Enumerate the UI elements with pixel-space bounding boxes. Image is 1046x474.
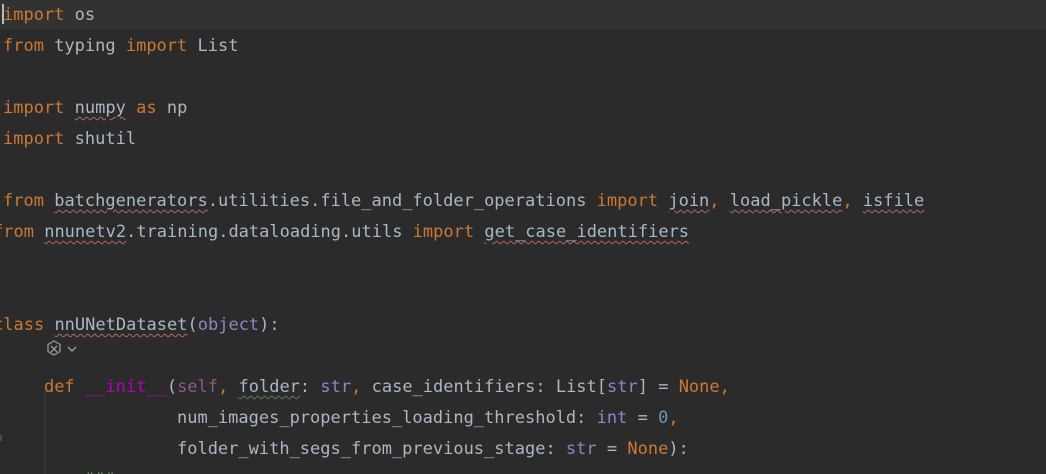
code-token: , — [842, 191, 863, 211]
code-token: import — [596, 191, 659, 211]
ai-assistant-icon — [44, 339, 64, 359]
code-token: ( — [187, 315, 198, 335]
code-token: os — [64, 5, 96, 25]
code-token: import — [412, 222, 475, 242]
code-token: ): — [668, 439, 689, 459]
chevron-down-icon — [66, 343, 78, 355]
code-token: self — [177, 377, 219, 397]
code-token: import — [3, 5, 65, 25]
code-token: numpy — [74, 98, 126, 118]
code-token: isfile — [862, 191, 925, 211]
code-token: , — [668, 408, 679, 428]
code-token: import — [125, 36, 188, 56]
code-token: .utilities.file_and_folder_operations — [207, 191, 597, 211]
code-token: str — [607, 377, 638, 397]
code-token: nnunetv2 — [44, 222, 127, 242]
text-caret — [2, 4, 4, 24]
code-token: shutil — [64, 129, 137, 149]
code-token: join — [668, 191, 710, 211]
code-token: from — [3, 191, 44, 211]
code-token: num_images_properties_loading_threshold: — [3, 408, 597, 428]
code-token: from — [3, 36, 44, 56]
code-token: batchgenerators — [54, 191, 208, 211]
code-token: None — [627, 439, 669, 459]
code-token: ] = — [637, 377, 679, 397]
code-line[interactable]: import shutil — [3, 124, 136, 155]
code-line[interactable]: folder_with_segs_from_previous_stage: st… — [3, 434, 689, 465]
code-line[interactable]: from typing import List — [3, 31, 238, 62]
code-token: as — [136, 98, 157, 118]
code-token: , — [719, 377, 730, 397]
code-token: __init__ — [84, 377, 167, 397]
code-token: class — [0, 315, 45, 335]
code-line[interactable]: from batchgenerators.utilities.file_and_… — [3, 186, 924, 217]
code-token: , — [218, 377, 239, 397]
code-token: = — [596, 439, 628, 459]
code-token: def — [43, 377, 75, 397]
code-token: 0 — [658, 408, 669, 428]
code-line[interactable]: num_images_properties_loading_threshold:… — [3, 403, 679, 434]
code-token: , — [709, 191, 730, 211]
code-token: ( — [166, 377, 178, 397]
code-line[interactable]: """ — [3, 465, 116, 474]
code-line[interactable]: class nnUNetDataset(object): — [0, 310, 280, 341]
code-token: .training.dataloading.utils — [126, 222, 413, 242]
code-token: List — [187, 36, 239, 56]
inline-hint-button[interactable] — [44, 337, 78, 361]
code-line[interactable]: def __init__(self, folder: str, case_ide… — [3, 372, 730, 403]
current-line-highlight — [0, 0, 1046, 29]
code-token: None — [678, 377, 720, 397]
code-editor[interactable]: import os from typing import List import n… — [0, 0, 1046, 474]
code-token: : — [299, 377, 321, 397]
code-token: import — [3, 98, 65, 118]
code-token: typing — [43, 36, 126, 56]
code-token: str — [565, 439, 597, 459]
code-token: str — [320, 377, 352, 397]
fold-marker — [0, 435, 2, 441]
code-token: import — [3, 129, 65, 149]
code-line[interactable]: import os — [3, 0, 95, 31]
code-token: nnUNetDataset — [54, 315, 188, 335]
code-token: """ — [85, 470, 116, 474]
code-line[interactable]: from nnunetv2.training.dataloading.utils… — [0, 217, 689, 248]
code-token: ): — [259, 315, 280, 335]
code-token: object — [197, 315, 260, 335]
code-token: get_case_identifiers — [484, 222, 690, 242]
code-token: folder_with_segs_from_previous_stage: — [3, 439, 566, 459]
code-token: case_identifiers: List[ — [371, 377, 608, 397]
code-token: , — [351, 377, 372, 397]
code-token: folder — [238, 377, 300, 397]
code-token: from — [0, 222, 34, 242]
code-token: = — [627, 408, 659, 428]
code-line[interactable]: import numpy as np — [3, 93, 187, 124]
code-token: np — [156, 98, 188, 118]
code-token: int — [596, 408, 628, 428]
code-token: load_pickle — [729, 191, 843, 211]
